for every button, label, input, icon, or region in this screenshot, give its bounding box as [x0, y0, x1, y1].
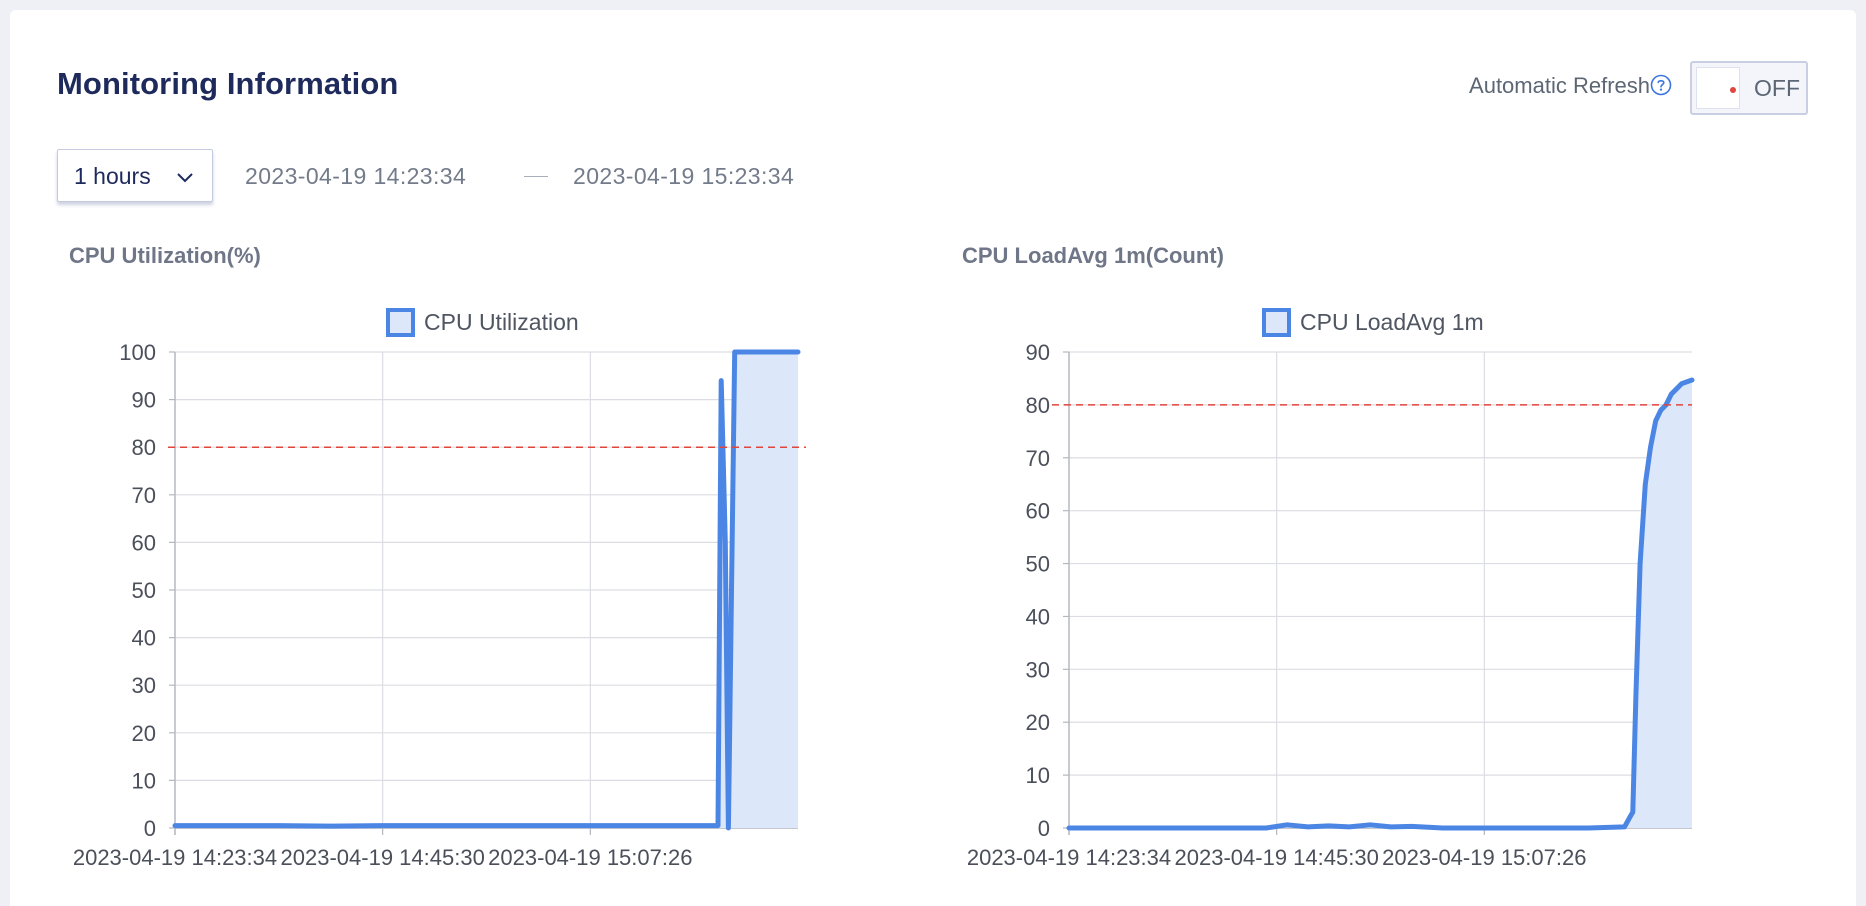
y-tick-label: 60	[1026, 499, 1050, 524]
y-tick-label: 80	[1026, 393, 1050, 418]
series-area	[1069, 380, 1692, 828]
y-tick-label: 90	[1026, 340, 1050, 365]
series-line	[1066, 377, 1695, 831]
y-tick-label: 50	[1026, 552, 1050, 577]
y-tick-label: 0	[1038, 816, 1050, 841]
x-tick-label: 2023-04-19 15:07:26	[1382, 845, 1586, 870]
y-tick-label: 20	[1026, 710, 1050, 735]
y-tick-label: 10	[1026, 763, 1050, 788]
y-tick-label: 70	[1026, 446, 1050, 471]
legend-label: CPU LoadAvg 1m	[1300, 309, 1484, 335]
y-tick-label: 30	[1026, 657, 1050, 682]
cpu-loadavg-chart: 01020304050607080902023-04-19 14:23:34 20…	[967, 308, 1695, 870]
x-tick-label: 2023-04-19 14:45:30	[1175, 845, 1379, 870]
legend-swatch	[1262, 308, 1291, 337]
y-tick-label: 40	[1026, 604, 1050, 629]
x-tick-label: 2023-04-19 14:23:34	[967, 845, 1171, 870]
